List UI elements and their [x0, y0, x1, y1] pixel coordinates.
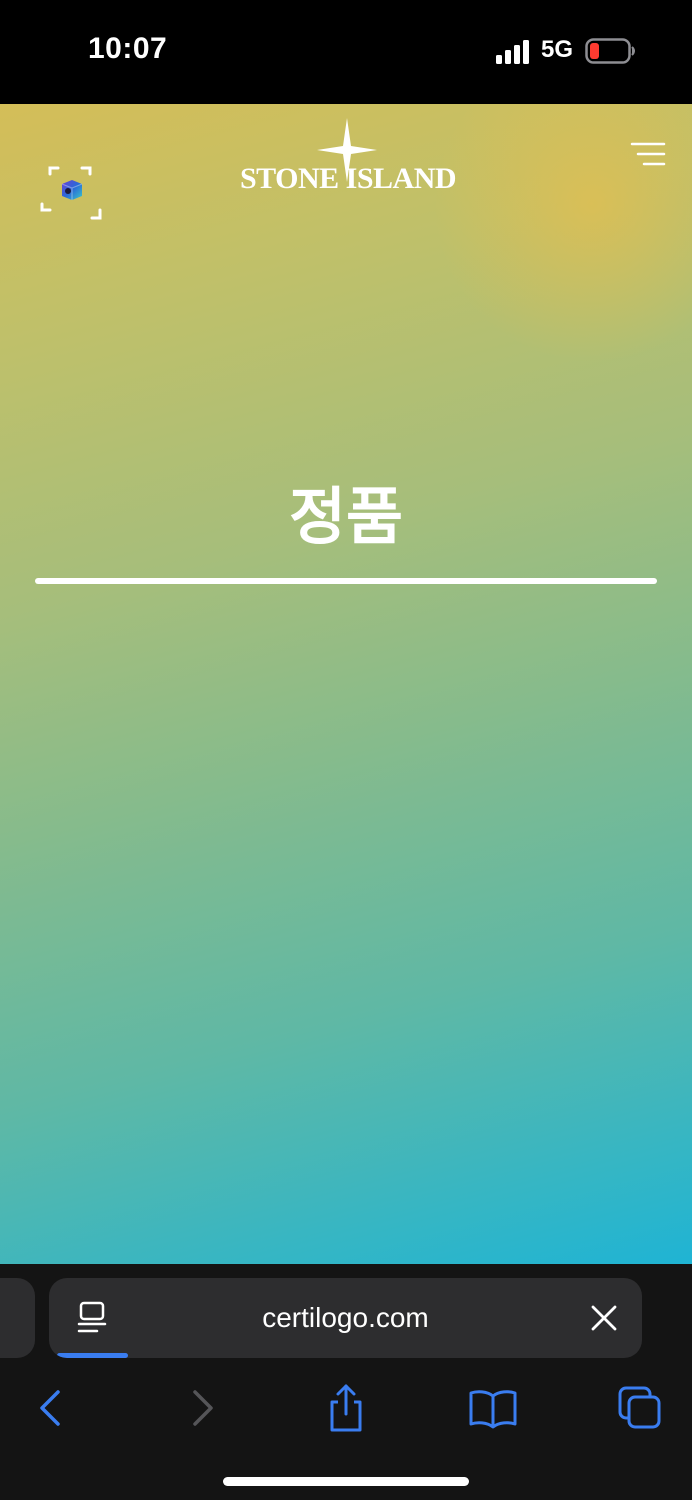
scan-frame-icon[interactable] — [38, 162, 102, 226]
brand-logo[interactable]: STONE ISLAND — [240, 118, 457, 198]
status-time: 10:07 — [88, 32, 168, 65]
signal-bars-icon — [496, 40, 529, 64]
forward-icon[interactable] — [174, 1380, 230, 1436]
address-bar[interactable]: certilogo.com — [49, 1278, 642, 1358]
previous-tab-preview[interactable] — [0, 1278, 35, 1358]
authenticity-result-title: 정품 — [288, 480, 404, 553]
title-divider — [35, 578, 657, 584]
url-text: certilogo.com — [262, 1302, 429, 1333]
page-load-progress — [57, 1353, 129, 1358]
status-bar: 10:07 5G — [0, 0, 692, 104]
certificate-page: STONE ISLAND 정품 — [0, 104, 692, 1264]
bookmarks-icon[interactable] — [465, 1380, 521, 1436]
share-icon[interactable] — [318, 1380, 374, 1436]
battery-low-icon — [585, 38, 635, 64]
browser-bottom-bar: certilogo.com — [0, 1264, 692, 1500]
brand-name: STONE ISLAND — [240, 162, 457, 195]
network-type: 5G — [541, 36, 574, 63]
hamburger-menu-icon[interactable] — [628, 140, 666, 168]
home-indicator — [223, 1477, 469, 1486]
close-icon[interactable] — [590, 1304, 618, 1332]
tabs-icon[interactable] — [612, 1380, 668, 1436]
page-menu-icon[interactable] — [77, 1301, 109, 1335]
back-icon[interactable] — [23, 1380, 79, 1436]
